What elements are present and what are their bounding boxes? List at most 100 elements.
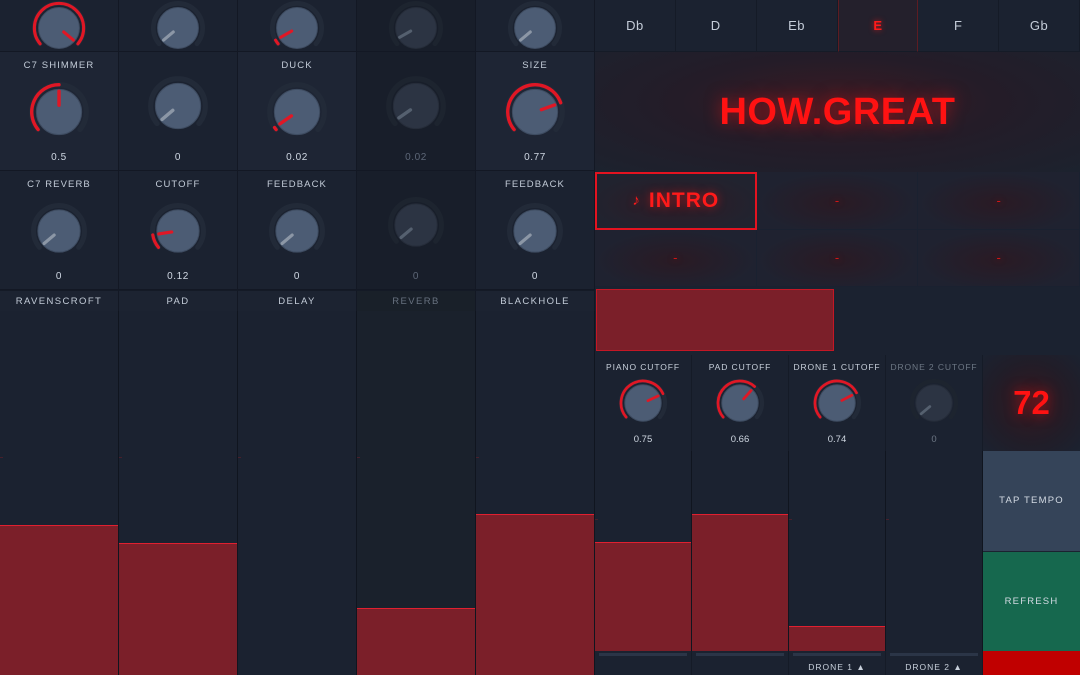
- progress-bar-track[interactable]: [595, 287, 1080, 356]
- knob-cell[interactable]: 0.04: [357, 0, 476, 67]
- section-label: -: [834, 192, 840, 208]
- mixer-fader-fill: [357, 608, 475, 675]
- voice-fader-fill: [789, 626, 885, 651]
- knob-dial[interactable]: [476, 71, 594, 152]
- cutoff-cell[interactable]: PIANO CUTOFF 0.75: [595, 355, 692, 451]
- knob-dial[interactable]: [0, 71, 118, 152]
- voice-fader-fill: [595, 542, 691, 651]
- cutoff-value: 0.66: [730, 434, 750, 445]
- performance-panel: Db D Eb E F Gb HOW.GREAT ♪ INTRO - - - - - PIANO CU…: [595, 0, 1080, 675]
- note-button-eb[interactable]: Eb: [756, 0, 838, 52]
- module-name-cell[interactable]: DELAY: [238, 290, 357, 311]
- knob-dial[interactable]: [0, 0, 118, 56]
- knob-cell[interactable]: 1: [0, 0, 119, 67]
- knob-label: FEEDBACK: [266, 179, 327, 190]
- cutoff-dial[interactable]: [909, 372, 959, 434]
- knob-value: 0: [293, 271, 301, 282]
- section-slot[interactable]: -: [918, 172, 1080, 230]
- knob-cell[interactable]: FEEDBACK 0: [476, 171, 595, 290]
- knob-label: FEEDBACK: [504, 179, 565, 190]
- voice-fader[interactable]: [595, 451, 692, 651]
- knob-dial[interactable]: [357, 0, 475, 56]
- knob-dial[interactable]: [238, 71, 356, 152]
- cutoff-knob-row: PIANO CUTOFF 0.75 PAD CUTOFF 0.66 DRONE 1 CU…: [595, 355, 1080, 451]
- knob-dial[interactable]: [119, 190, 237, 271]
- cutoff-cell[interactable]: DRONE 1 CUTOFF 0.74: [789, 355, 886, 451]
- knob-cell[interactable]: FEEDBACK 0: [238, 171, 357, 290]
- tempo-display[interactable]: 72: [983, 355, 1080, 451]
- knob-dial[interactable]: [238, 190, 356, 271]
- cutoff-dial[interactable]: [715, 372, 765, 434]
- fader-tick: [595, 519, 598, 520]
- knob-label: C7 SHIMMER: [23, 60, 95, 71]
- knob-dial[interactable]: [476, 0, 594, 56]
- module-name-cell[interactable]: BLACKHOLE: [476, 290, 595, 311]
- section-slot[interactable]: ♪ INTRO: [595, 172, 757, 230]
- knob-value: 0.12: [167, 271, 189, 282]
- knob-cell[interactable]: C7 SHIMMER 0.5: [0, 52, 119, 171]
- drone-toggle-button[interactable]: DRONE 2 ▲: [886, 651, 983, 675]
- panic-stop-button[interactable]: [983, 651, 1080, 675]
- transport-buttons: TAP TEMPO REFRESH: [983, 451, 1080, 651]
- cutoff-value: 0.74: [827, 434, 847, 445]
- note-button-e[interactable]: E: [837, 0, 919, 52]
- cutoff-cell[interactable]: PAD CUTOFF 0.66: [692, 355, 789, 451]
- mixer-fader[interactable]: [119, 311, 238, 675]
- fader-tick: [789, 519, 792, 520]
- module-name-cell[interactable]: REVERB: [357, 290, 476, 311]
- knob-cell[interactable]: 0: [357, 171, 476, 290]
- knob-dial[interactable]: [119, 0, 237, 56]
- knob-cell[interactable]: CUTOFF 0.12: [119, 171, 238, 290]
- tempo-value: 72: [1013, 384, 1050, 421]
- section-slot[interactable]: -: [595, 229, 757, 287]
- effects-panel: 100.040.040C7 SHIMMER0.50DUCK0.020.02SIZ…: [0, 0, 595, 675]
- section-slot[interactable]: -: [756, 229, 919, 287]
- mixer-fader[interactable]: [0, 311, 119, 675]
- cutoff-value: 0.75: [633, 434, 653, 445]
- knob-dial[interactable]: [476, 190, 594, 271]
- note-button-db[interactable]: Db: [595, 0, 676, 52]
- knob-dial[interactable]: [0, 190, 118, 271]
- knob-dial[interactable]: [238, 0, 356, 56]
- knob-cell[interactable]: 0: [119, 0, 238, 67]
- knob-dial[interactable]: [357, 60, 475, 152]
- cutoff-cell[interactable]: DRONE 2 CUTOFF 0: [886, 355, 983, 451]
- footer-bar: [599, 653, 687, 656]
- note-button-gb[interactable]: Gb: [999, 0, 1080, 52]
- knob-cell[interactable]: 0.04: [238, 0, 357, 67]
- knob-cell[interactable]: 0.02: [357, 52, 476, 171]
- knob-cell[interactable]: 0: [119, 52, 238, 171]
- voice-fader[interactable]: [886, 451, 983, 651]
- mixer-fader-fill: [476, 513, 594, 675]
- knob-dial[interactable]: [357, 179, 475, 271]
- knob-cell[interactable]: C7 REVERB 0: [0, 171, 119, 290]
- voice-fader[interactable]: [789, 451, 886, 651]
- knob-cell[interactable]: 0: [476, 0, 595, 67]
- note-button-f[interactable]: F: [918, 0, 1000, 52]
- knob-cell[interactable]: DUCK 0.02: [238, 52, 357, 171]
- section-slot[interactable]: -: [918, 229, 1080, 287]
- module-name-cell[interactable]: RAVENSCROFT: [0, 290, 119, 311]
- knob-value: 0: [412, 271, 420, 282]
- note-button-d[interactable]: D: [675, 0, 757, 52]
- drone-toggle-button[interactable]: DRONE 1 ▲: [789, 651, 886, 675]
- cutoff-dial[interactable]: [812, 372, 862, 434]
- section-slot[interactable]: -: [756, 172, 919, 230]
- refresh-button[interactable]: REFRESH: [983, 551, 1080, 651]
- mixer-fader[interactable]: [238, 311, 357, 675]
- mixer-fader[interactable]: [357, 311, 476, 675]
- fader-tick: [357, 456, 360, 458]
- section-label: -: [996, 250, 1001, 266]
- module-name-cell[interactable]: PAD: [119, 290, 238, 311]
- mixer-fader[interactable]: [476, 311, 595, 675]
- footer-bar: [890, 653, 978, 656]
- knob-cell[interactable]: SIZE 0.77: [476, 52, 595, 171]
- tap-tempo-button[interactable]: TAP TEMPO: [983, 451, 1080, 552]
- cutoff-dial[interactable]: [618, 372, 668, 434]
- module-name: BLACKHOLE: [500, 295, 570, 307]
- fader-tick: [886, 519, 889, 520]
- knob-dial[interactable]: [119, 60, 237, 152]
- voice-fader[interactable]: [692, 451, 789, 651]
- knob-label: DUCK: [281, 60, 313, 71]
- knob-value: 0: [55, 271, 63, 282]
